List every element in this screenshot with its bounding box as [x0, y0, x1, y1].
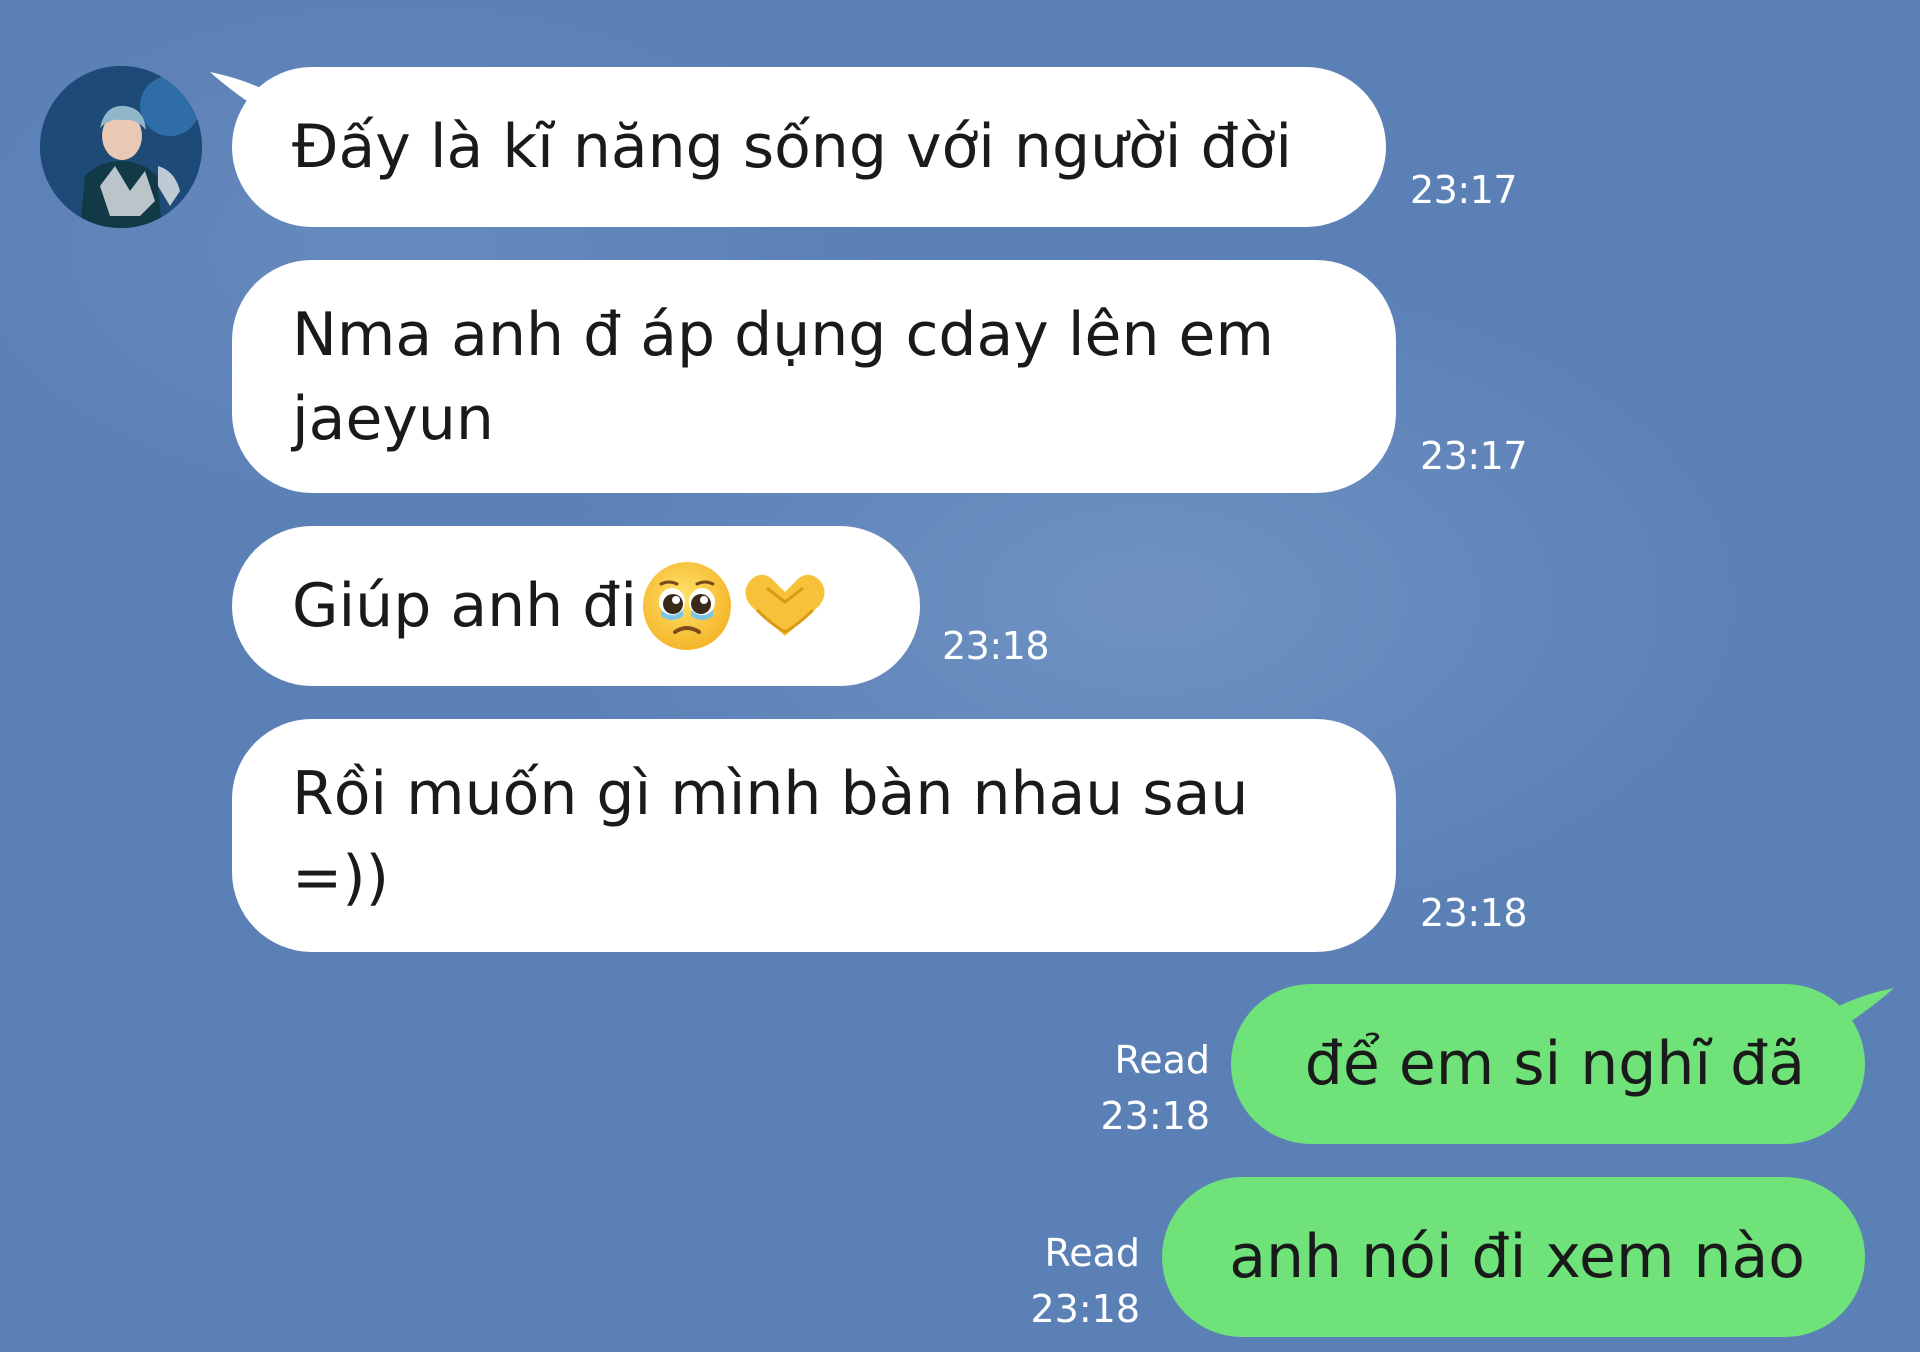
heart-hands-icon [745, 574, 825, 636]
message-timestamp: 23:18 [942, 624, 1050, 668]
read-status: Read [1114, 1038, 1210, 1082]
bubble-tail [1839, 988, 1894, 1026]
message-bubble-outgoing[interactable]: để em si nghĩ đã [1231, 984, 1865, 1144]
message-bubble-incoming[interactable]: Rồi muốn gì mình bàn nhau sau =)) [232, 719, 1396, 952]
message-meta: Read 23:18 [1080, 1032, 1210, 1144]
message-timestamp: 23:18 [1420, 891, 1528, 935]
message-bubble-incoming[interactable]: Đấy là kĩ năng sống với người đời [232, 67, 1386, 227]
message-text: anh nói đi xem nào [1229, 1222, 1805, 1292]
pleading-face-icon [643, 562, 731, 650]
message-text: Rồi muốn gì mình bàn nhau sau =)) [292, 758, 1249, 913]
message-bubble-outgoing[interactable]: anh nói đi xem nào [1162, 1177, 1865, 1337]
message-text: Giúp anh đi [292, 571, 637, 641]
message-text: Đấy là kĩ năng sống với người đời [292, 112, 1292, 182]
read-status: Read [1044, 1231, 1140, 1275]
sender-avatar[interactable] [40, 66, 202, 228]
message-timestamp: 23:18 [1100, 1094, 1210, 1138]
message-timestamp: 23:18 [1030, 1287, 1140, 1331]
message-text: Nma anh đ áp dụng cday lên em jaeyun [292, 299, 1274, 454]
message-meta: Read 23:18 [1010, 1225, 1140, 1337]
message-bubble-incoming[interactable]: Nma anh đ áp dụng cday lên em jaeyun [232, 260, 1396, 493]
message-timestamp: 23:17 [1410, 168, 1518, 212]
message-text: để em si nghĩ đã [1304, 1029, 1805, 1099]
message-bubble-incoming[interactable]: Giúp anh đi [232, 526, 920, 686]
chat-area: Đấy là kĩ năng sống với người đời 23:17 … [0, 0, 1920, 1352]
message-timestamp: 23:17 [1420, 434, 1528, 478]
